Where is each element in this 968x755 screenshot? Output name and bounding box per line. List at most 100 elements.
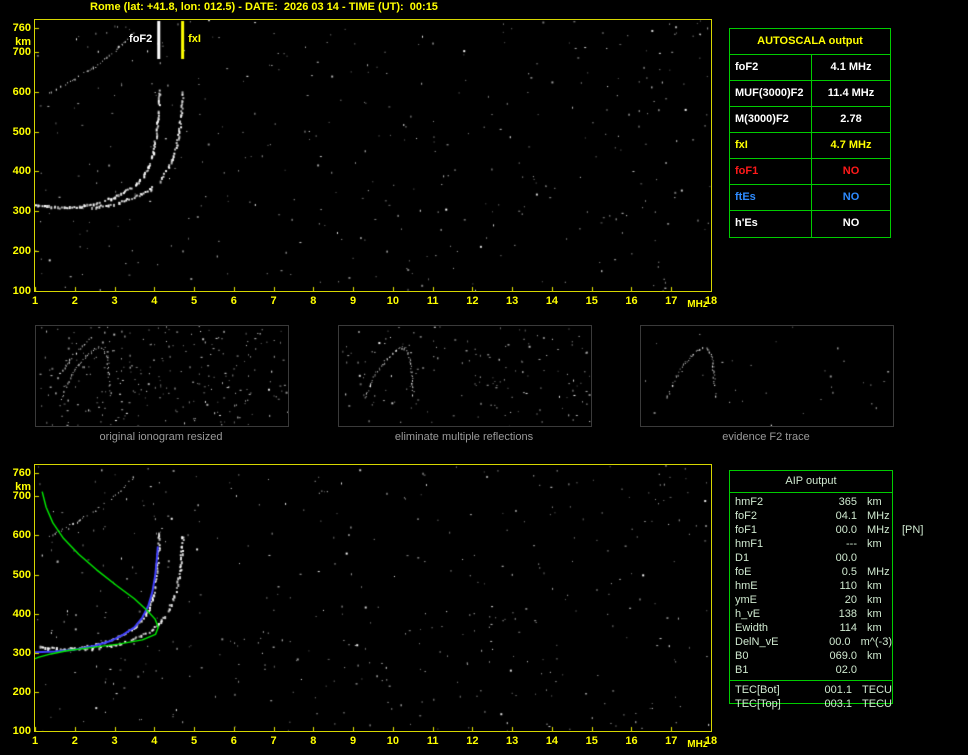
parameter-label: hmF2	[735, 496, 764, 508]
parameter-label: h'Es	[730, 211, 812, 237]
parameter-value: NO	[842, 191, 860, 203]
aip-output-table: AIP output hmF2 365 km foF2 04.1 MHz foF…	[729, 470, 923, 710]
x-tick-label: 11	[426, 735, 439, 747]
y-axis-unit-label: km	[15, 480, 31, 493]
parameter-label: foF1	[730, 159, 812, 184]
x-axis-unit-label: MHz	[687, 299, 708, 310]
x-tick-label: 17	[665, 735, 678, 747]
x-tick-label: 12	[466, 735, 479, 747]
aip-tec-rows: TEC[Bot] 001.1 TECU TEC[Top] 003.1 TECU	[730, 680, 892, 714]
parameter-value: NO	[842, 217, 860, 229]
table-row: foF2 04.1 MHz	[730, 510, 892, 524]
table-row: B0 069.0 km	[730, 650, 892, 664]
parameter-label: B1	[735, 664, 749, 676]
x-tick-label: 7	[270, 735, 277, 747]
table-row: foF2 4.1 MHz	[730, 55, 890, 81]
parameter-unit: TECU	[862, 684, 892, 696]
y-tick-label: 600	[12, 529, 31, 542]
parameter-unit: MHz	[867, 510, 890, 522]
table-row: foF1 00.0 MHz [PN]	[730, 524, 923, 538]
x-tick-label: 4	[151, 735, 158, 747]
x-tick-label: 17	[665, 295, 678, 307]
parameter-value: 069.0	[829, 650, 857, 662]
parameter-label: TEC[Top]	[735, 698, 781, 710]
x-tick-label: 3	[111, 295, 118, 307]
x-tick-label: 7	[270, 295, 277, 307]
x-tick-label: 6	[230, 295, 237, 307]
table-row: h'Es NO	[730, 211, 890, 237]
table-row: fxI 4.7 MHz	[730, 133, 890, 159]
table-row: D1 00.0	[730, 552, 892, 566]
y-tick-label: 400	[12, 165, 31, 178]
parameter-value: 11.4 MHz	[827, 87, 875, 99]
table-row: MUF(3000)F2 11.4 MHz	[730, 81, 890, 107]
table-row: h_vE 138 km	[730, 608, 892, 622]
x-tick-label: 14	[545, 735, 559, 747]
x-tick-label: 11	[426, 295, 439, 307]
y-tick-label: 300	[12, 646, 31, 659]
parameter-unit: km	[867, 650, 882, 662]
main-ionogram-canvas	[35, 20, 711, 291]
parameter-unit: km	[867, 622, 882, 634]
parameter-unit: km	[867, 538, 882, 550]
y-tick-label: 760	[12, 466, 31, 479]
parameter-value: NO	[842, 165, 860, 177]
parameter-label: ftEs	[730, 185, 812, 210]
parameter-value: 00.0	[835, 552, 857, 564]
table-row: DelN_vE 00.0 m^(-3)	[730, 636, 892, 650]
parameter-value: 365	[838, 496, 857, 508]
parameter-value: 0.5	[841, 566, 857, 578]
y-tick-label: 760	[12, 21, 31, 34]
y-axis-unit-label: km	[15, 35, 31, 48]
table-row: foF1 NO	[730, 159, 890, 185]
parameter-label: hmF1	[735, 538, 764, 550]
parameter-value: 02.0	[835, 664, 857, 676]
x-tick-label: 1	[31, 735, 39, 747]
parameter-label: foF2	[735, 510, 758, 522]
x-tick-label: 8	[310, 735, 317, 747]
parameter-value: 003.1	[824, 698, 853, 710]
autoscala-output-table: AUTOSCALA output foF2 4.1 MHz MUF(3000)F…	[729, 28, 891, 238]
x-tick-label: 12	[466, 295, 479, 307]
table-row: B1 02.0	[730, 664, 892, 678]
thumb-evidence-canvas	[641, 326, 893, 426]
parameter-label: D1	[735, 552, 750, 564]
x-tick-label: 10	[386, 295, 399, 307]
y-tick-label: 300	[12, 205, 31, 218]
x-tick-label: 6	[230, 735, 237, 747]
parameter-value: 114	[839, 622, 857, 634]
table-row: TEC[Top] 003.1 TECU	[730, 698, 892, 712]
parameter-unit: km	[867, 608, 882, 620]
x-tick-label: 13	[506, 735, 519, 747]
table-row: TEC[Bot] 001.1 TECU	[730, 684, 892, 698]
parameter-value: ---	[846, 538, 857, 550]
parameter-label: h_vE	[735, 608, 761, 620]
x-axis-unit-label: MHz	[687, 739, 708, 750]
x-tick-label: 13	[506, 295, 519, 307]
x-tick-label: 9	[350, 735, 357, 747]
profile-ionogram-canvas	[35, 465, 711, 731]
parameter-label: foF2	[730, 55, 812, 80]
y-tick-label: 700	[12, 490, 31, 503]
table-row: hmE 110 km	[730, 580, 892, 594]
y-tick-label: 100	[12, 285, 31, 297]
parameter-value: 110	[839, 580, 857, 592]
x-tick-label: 2	[71, 295, 78, 307]
autoscala-table-title: AUTOSCALA output	[730, 29, 890, 55]
x-tick-label: 14	[545, 295, 559, 307]
thumb-caption-eliminate: eliminate multiple reflections	[394, 431, 534, 443]
y-tick-label: 700	[12, 45, 31, 58]
x-tick-label: 2	[71, 735, 78, 747]
station-header: Rome (lat: +41.8, lon: 012.5) - DATE: 20…	[90, 1, 438, 13]
profile-ionogram: 1 2 3 4 5 6 7 8 9 10 11 12 13 14 15 16 17 18 MHz 760 700 600 5…	[13, 464, 717, 750]
aip-table-title: AIP output	[730, 471, 892, 493]
aip-table-rows: hmF2 365 km foF2 04.1 MHz foF1 00.0 MHz	[730, 493, 923, 678]
y-tick-label: 100	[12, 725, 31, 737]
table-row: hmF1 --- km	[730, 538, 892, 552]
x-tick-label: 3	[111, 735, 118, 747]
x-tick-label: 15	[585, 295, 598, 307]
parameter-unit: m^(-3)	[860, 636, 892, 648]
x-tick-label: 5	[190, 735, 198, 747]
parameter-value: 138	[838, 608, 857, 620]
parameter-unit: TECU	[862, 698, 892, 710]
